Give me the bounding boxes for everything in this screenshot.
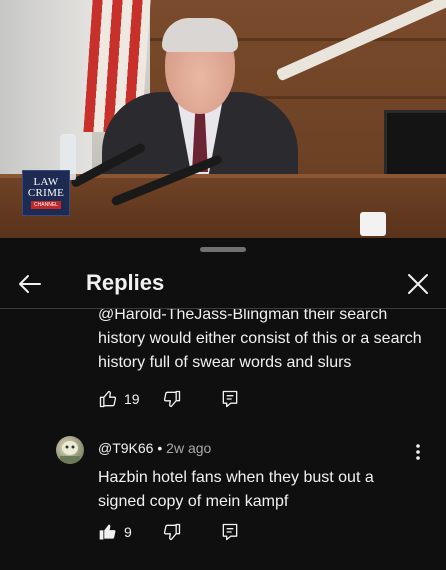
reply-button[interactable]	[220, 522, 240, 542]
comment-text: @Harold-TheJass-Blingman their search hi…	[98, 309, 422, 371]
avatar-image	[60, 441, 80, 464]
monitor	[384, 110, 446, 182]
like-count: 9	[124, 524, 132, 540]
reply-comment-icon	[222, 390, 238, 408]
replies-sheet: Replies @Harold-TheJass-Blingman their s…	[0, 238, 446, 570]
channel-logo: LAW CRIME CHANNEL	[22, 170, 70, 216]
logo-line3: CHANNEL	[31, 201, 61, 209]
thumbs-down-icon	[163, 523, 181, 541]
avatar[interactable]	[56, 436, 84, 464]
video-player[interactable]: LAW CRIME CHANNEL	[0, 0, 446, 238]
cup	[360, 212, 386, 236]
comment-author[interactable]: @T9K66	[98, 440, 153, 456]
dislike-button[interactable]	[162, 389, 182, 409]
reply-button[interactable]	[220, 389, 240, 409]
comment-time: 2w ago	[166, 440, 212, 456]
arrow-left-icon	[19, 275, 41, 293]
drag-handle[interactable]	[200, 247, 246, 252]
comment-meta: @T9K66 • 2w ago	[98, 440, 211, 456]
sheet-header: Replies	[0, 260, 446, 308]
more-vertical-icon	[416, 444, 420, 460]
replies-list[interactable]: @Harold-TheJass-Blingman their search hi…	[0, 309, 446, 549]
person-hair	[162, 18, 238, 52]
sheet-title: Replies	[86, 270, 165, 295]
thumbs-up-icon	[99, 390, 117, 408]
back-button[interactable]	[10, 264, 50, 304]
like-button[interactable]: 19	[98, 389, 140, 409]
thumbs-down-icon	[163, 390, 181, 408]
logo-line2: CRIME	[27, 187, 65, 199]
comment-text: Hazbin hotel fans when they bust out a s…	[98, 469, 374, 510]
dislike-button[interactable]	[162, 522, 182, 542]
like-button[interactable]: 9	[98, 522, 132, 542]
like-count: 19	[124, 391, 140, 407]
close-icon	[408, 274, 428, 294]
close-button[interactable]	[398, 264, 438, 304]
meta-separator: •	[153, 440, 167, 456]
more-options-button[interactable]	[408, 440, 428, 464]
reply-comment-icon	[222, 523, 238, 541]
thumbs-up-filled-icon	[99, 524, 116, 540]
